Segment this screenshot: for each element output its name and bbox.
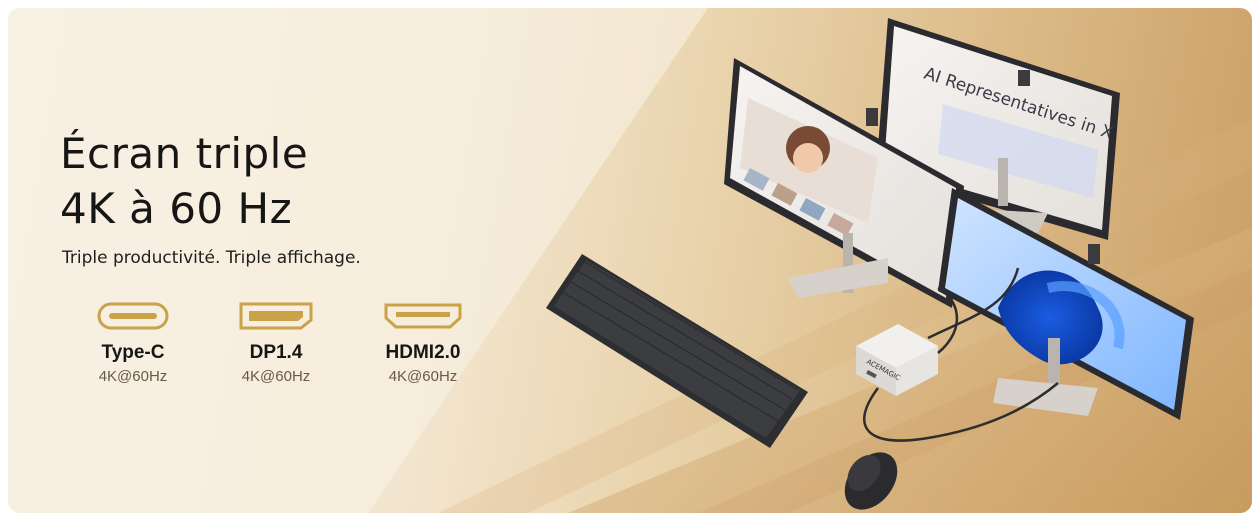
port-name: Type-C: [101, 342, 165, 363]
port-spec: 4K@60Hz: [241, 368, 311, 385]
port-list: Type-C 4K@60Hz DP1.4 4K@60Hz HDMI2.0 4K@…: [68, 300, 488, 410]
headline-line-2: 4K à 60 Hz: [60, 184, 293, 233]
port-spec: 4K@60Hz: [98, 368, 168, 385]
displayport-icon: [239, 302, 313, 330]
port-spec: 4K@60Hz: [388, 368, 458, 385]
port-item-hdmi: HDMI2.0 4K@60Hz: [358, 300, 488, 385]
port-item-dp: DP1.4 4K@60Hz: [211, 300, 341, 385]
marketing-copy: Écran triple 4K à 60 Hz Triple productiv…: [8, 8, 528, 513]
headline: Écran triple 4K à 60 Hz: [60, 126, 308, 236]
port-name: DP1.4: [249, 342, 303, 363]
usb-c-port-icon: [97, 302, 169, 330]
product-banner: AI Representatives in X ACEMAGIC Écran t…: [8, 8, 1252, 513]
tagline: Triple productivité. Triple affichage.: [62, 248, 361, 268]
port-item-type-c: Type-C 4K@60Hz: [68, 300, 198, 385]
headline-line-1: Écran triple: [60, 129, 309, 178]
port-name: HDMI2.0: [385, 342, 461, 363]
hdmi-port-icon: [384, 303, 462, 329]
